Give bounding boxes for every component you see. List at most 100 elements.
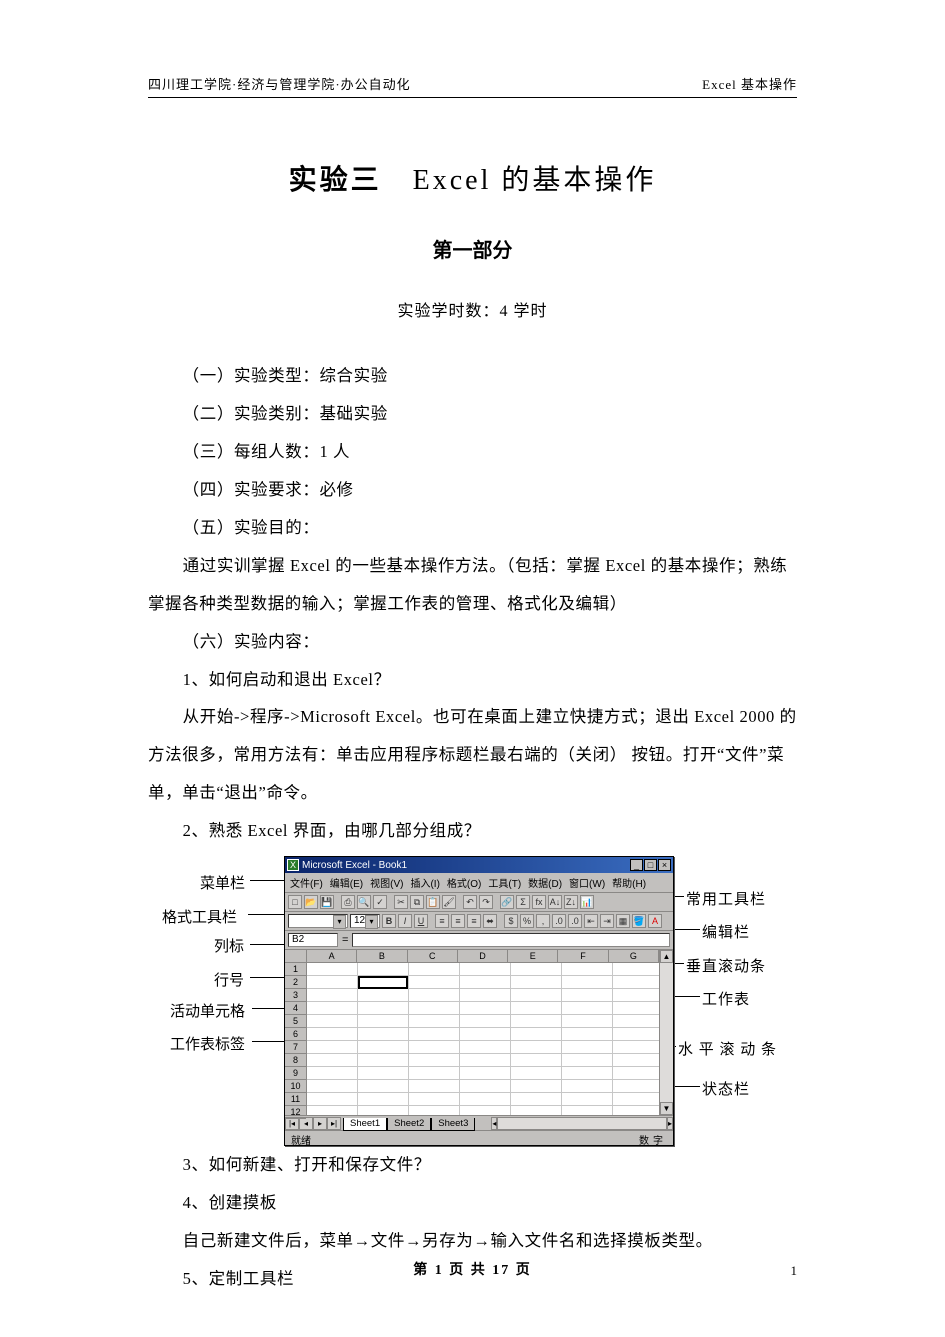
cut-icon[interactable]: ✂: [394, 895, 408, 909]
link-icon[interactable]: 🔗: [500, 895, 514, 909]
open-icon[interactable]: 📂: [304, 895, 318, 909]
window-buttons: _ □ ×: [630, 859, 671, 871]
col-header[interactable]: E: [508, 950, 558, 962]
col-header[interactable]: C: [408, 950, 458, 962]
menu-insert[interactable]: 插入(I): [410, 875, 439, 890]
font-combo[interactable]: [288, 914, 348, 928]
fx-icon[interactable]: fx: [532, 895, 546, 909]
row-header[interactable]: 3: [285, 989, 306, 1002]
row-header[interactable]: 7: [285, 1041, 306, 1054]
align-right-icon[interactable]: ≡: [467, 914, 481, 928]
menu-view[interactable]: 视图(V): [370, 875, 403, 890]
col-header[interactable]: F: [558, 950, 608, 962]
active-cell[interactable]: [358, 976, 408, 989]
question-1-para: 从开始->程序->Microsoft Excel。也可在桌面上建立快捷方式；退出…: [148, 698, 797, 812]
scroll-down-icon[interactable]: ▼: [660, 1102, 673, 1115]
scroll-track[interactable]: [660, 963, 673, 1102]
row-header[interactable]: 5: [285, 1015, 306, 1028]
sum-icon[interactable]: Σ: [516, 895, 530, 909]
sort-asc-icon[interactable]: A↓: [548, 895, 562, 909]
percent-icon[interactable]: %: [520, 914, 534, 928]
italic-icon[interactable]: I: [398, 914, 412, 928]
menu-edit[interactable]: 编辑(E): [330, 875, 363, 890]
spell-icon[interactable]: ✓: [373, 895, 387, 909]
scroll-up-icon[interactable]: ▲: [660, 950, 673, 963]
hours-line: 实验学时数：4 学时: [148, 297, 797, 321]
tab-next-icon[interactable]: ▸: [313, 1117, 327, 1130]
fontsize-combo[interactable]: 12: [350, 914, 380, 928]
tab-last-icon[interactable]: ▸|: [327, 1117, 341, 1130]
row-header[interactable]: 1: [285, 963, 306, 976]
indent-dec-icon[interactable]: ⇤: [584, 914, 598, 928]
font-color-icon[interactable]: A: [648, 914, 662, 928]
sheet-tab[interactable]: Sheet1: [343, 1118, 387, 1131]
status-left: 就绪: [291, 1132, 311, 1144]
inc-decimal-icon[interactable]: .0: [552, 914, 566, 928]
row-header[interactable]: 11: [285, 1093, 306, 1106]
name-box[interactable]: B2: [288, 933, 338, 947]
scroll-right-icon[interactable]: ▸: [667, 1117, 673, 1130]
paste-icon[interactable]: 📋: [426, 895, 440, 909]
status-right: 数字: [639, 1132, 667, 1144]
border-icon[interactable]: ▦: [616, 914, 630, 928]
status-bar: 就绪 数字: [285, 1130, 673, 1145]
page-number: 1: [791, 1263, 798, 1279]
select-all-corner[interactable]: [285, 950, 306, 963]
worksheet-grid: 1 2 3 4 5 6 7 8 9 10 11 12 A B: [285, 950, 673, 1115]
item-4: （四）实验要求：必修: [148, 471, 797, 509]
col-header[interactable]: A: [307, 950, 357, 962]
dec-decimal-icon[interactable]: .0: [568, 914, 582, 928]
row-header[interactable]: 9: [285, 1067, 306, 1080]
row-header[interactable]: 6: [285, 1028, 306, 1041]
menu-help[interactable]: 帮助(H): [612, 875, 646, 890]
row-header[interactable]: 12: [285, 1106, 306, 1119]
row-header[interactable]: 10: [285, 1080, 306, 1093]
menu-format[interactable]: 格式(O): [447, 875, 481, 890]
sort-desc-icon[interactable]: Z↓: [564, 895, 578, 909]
chart-icon[interactable]: 📊: [580, 895, 594, 909]
menu-data[interactable]: 数据(D): [528, 875, 562, 890]
merge-icon[interactable]: ⬌: [483, 914, 497, 928]
col-header[interactable]: D: [458, 950, 508, 962]
copy-icon[interactable]: ⧉: [410, 895, 424, 909]
sheet-tab[interactable]: Sheet2: [387, 1118, 431, 1131]
indent-inc-icon[interactable]: ⇥: [600, 914, 614, 928]
excel-window: X Microsoft Excel - Book1 _ □ × 文件(F) 编辑…: [284, 856, 674, 1146]
new-icon[interactable]: □: [288, 895, 302, 909]
label-vscroll: 垂直滚动条: [686, 955, 766, 976]
bold-icon[interactable]: B: [382, 914, 396, 928]
cells-area[interactable]: [307, 963, 659, 1115]
align-center-icon[interactable]: ≡: [451, 914, 465, 928]
fmt-painter-icon[interactable]: 🖌: [442, 895, 456, 909]
vertical-scrollbar[interactable]: ▲ ▼: [659, 950, 673, 1115]
close-button[interactable]: ×: [658, 859, 671, 871]
row-header[interactable]: 2: [285, 976, 306, 989]
save-icon[interactable]: 💾: [320, 895, 334, 909]
header-left: 四川理工学院·经济与管理学院·办公自动化: [148, 74, 411, 93]
maximize-button[interactable]: □: [644, 859, 657, 871]
fill-color-icon[interactable]: 🪣: [632, 914, 646, 928]
row-header[interactable]: 8: [285, 1054, 306, 1067]
col-header[interactable]: B: [357, 950, 407, 962]
callout-line: [252, 1008, 287, 1009]
menu-tools[interactable]: 工具(T): [488, 875, 521, 890]
menu-window[interactable]: 窗口(W): [569, 875, 605, 890]
menubar: 文件(F) 编辑(E) 视图(V) 插入(I) 格式(O) 工具(T) 数据(D…: [285, 873, 673, 893]
row-header[interactable]: 4: [285, 1002, 306, 1015]
menu-file[interactable]: 文件(F): [290, 875, 323, 890]
preview-icon[interactable]: 🔍: [357, 895, 371, 909]
redo-icon[interactable]: ↷: [479, 895, 493, 909]
comma-icon[interactable]: ,: [536, 914, 550, 928]
scroll-track[interactable]: [497, 1117, 667, 1130]
align-left-icon[interactable]: ≡: [435, 914, 449, 928]
print-icon[interactable]: ⎙: [341, 895, 355, 909]
currency-icon[interactable]: $: [504, 914, 518, 928]
col-header[interactable]: G: [609, 950, 659, 962]
minimize-button[interactable]: _: [630, 859, 643, 871]
horizontal-scrollbar[interactable]: ◂ ▸: [491, 1117, 673, 1130]
undo-icon[interactable]: ↶: [463, 895, 477, 909]
item-5-para: 通过实训掌握 Excel 的一些基本操作方法。（包括：掌握 Excel 的基本操…: [148, 547, 797, 623]
formula-input[interactable]: [352, 933, 670, 947]
underline-icon[interactable]: U: [414, 914, 428, 928]
sheet-tab[interactable]: Sheet3: [431, 1118, 475, 1131]
